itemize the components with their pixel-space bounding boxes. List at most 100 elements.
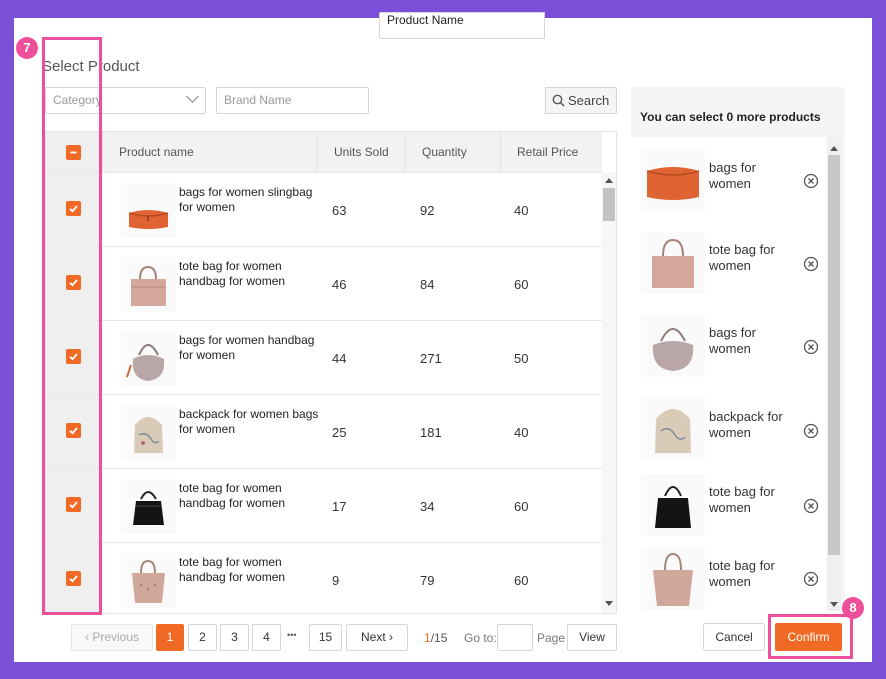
selected-product-name: tote bag for women [709,484,775,515]
table-row[interactable]: bags for women slingbag for women 63 92 … [46,172,602,246]
table-row[interactable]: backpack for women bags for women 25 181… [46,394,602,468]
quantity: 181 [420,425,442,440]
product-name-input[interactable]: Product Name [379,12,545,39]
grey-hobo-bag-image [641,315,705,377]
page-button-3[interactable]: 3 [220,624,249,651]
selected-list-scrollbar-thumb[interactable] [828,155,840,555]
units-sold: 44 [332,351,347,366]
quantity: 84 [420,277,435,292]
pink-perforated-tote-image [121,553,176,608]
goto-page-input[interactable] [497,624,533,651]
chevron-left-icon: ‹ [84,630,89,644]
retail-price: 60 [514,573,529,588]
retail-price: 40 [514,425,529,440]
checkbox-column-highlight [42,37,102,615]
retail-price: 40 [514,203,529,218]
table-row[interactable]: tote bag for women handbag for women 9 7… [46,542,602,613]
product-name: backpack for women bags for women [179,407,319,436]
page-button-15[interactable]: 15 [309,624,342,651]
grey-hobo-bag-image [121,331,176,386]
orange-crossbody-bag-image [641,149,705,211]
remove-icon[interactable] [803,256,819,272]
step-badge-8: 8 [842,597,864,619]
product-name: tote bag for women handbag for women [179,555,286,584]
quantity: 34 [420,499,435,514]
cancel-button[interactable]: Cancel [703,623,765,651]
modal-bottom-edge [14,662,872,679]
table-row[interactable]: tote bag for women handbag for women 46 … [46,246,602,320]
search-label: Search [568,93,610,108]
table-row[interactable]: tote bag for women handbag for women 17 … [46,468,602,542]
scroll-down-icon[interactable] [605,601,613,606]
total-pages: /15 [430,631,448,645]
page-button-1[interactable]: 1 [156,624,184,651]
orange-crossbody-bag-image [121,183,176,238]
units-sold: 46 [332,277,347,292]
table-scrollbar-thumb[interactable] [603,188,615,221]
table-header: Product name Units Sold Quantity Retail … [46,132,602,172]
chevron-down-icon [186,90,199,103]
page-indicator: 1/15 [424,631,447,645]
remove-icon[interactable] [803,173,819,189]
product-name: bags for women handbag for women [179,333,315,362]
selected-product-name: bags for women [709,325,756,356]
product-table: Product name Units Sold Quantity Retail … [45,131,617,614]
selected-product-name: backpack for women [709,409,783,440]
header-retail-price: Retail Price [517,145,579,159]
retail-price: 50 [514,351,529,366]
next-page-button[interactable]: Next › [346,624,408,651]
page-button-2[interactable]: 2 [188,624,217,651]
floral-backpack-image [121,405,176,460]
black-bucket-bag-image [641,474,705,536]
previous-label: Previous [92,630,140,644]
selected-product-name: tote bag for women [709,558,775,589]
page-label: Page [537,631,566,645]
view-page-button[interactable]: View [567,624,617,651]
quantity: 79 [420,573,435,588]
table-scrollbar[interactable] [602,172,616,613]
previous-page-button[interactable]: ‹ Previous [71,624,153,651]
scroll-up-icon[interactable] [605,178,613,183]
retail-price: 60 [514,499,529,514]
black-bucket-bag-image [121,479,176,534]
pagination-ellipsis: ••• [287,630,297,640]
search-icon [552,94,565,107]
current-page: 1 [424,631,431,645]
scroll-up-icon[interactable] [830,146,838,151]
selected-product-name: tote bag for women [709,242,775,273]
remove-icon[interactable] [803,571,819,587]
units-sold: 63 [332,203,347,218]
brand-name-input[interactable]: Brand Name [216,87,369,114]
units-sold: 9 [332,573,340,588]
pink-tote-bag-image [121,257,176,312]
floral-backpack-image [641,397,705,459]
product-name: bags for women slingbag for women [179,185,313,214]
selection-remaining-text: You can select 0 more products [640,110,821,124]
goto-label: Go to: [464,631,497,645]
units-sold: 25 [332,425,347,440]
header-product-name: Product name [119,145,194,159]
remove-icon[interactable] [803,339,819,355]
search-button[interactable]: Search [545,87,617,114]
retail-price: 60 [514,277,529,292]
next-label: Next [360,630,386,644]
quantity: 271 [420,351,442,366]
selected-products-panel: You can select 0 more products bags for … [631,87,845,611]
step-badge-7: 7 [16,37,38,59]
remove-icon[interactable] [803,423,819,439]
chevron-right-icon: › [389,630,394,644]
header-quantity: Quantity [422,145,467,159]
selected-product-name: bags for women [709,160,756,191]
pink-tote-bag-image [641,232,705,294]
quantity: 92 [420,203,435,218]
header-units-sold: Units Sold [334,145,389,159]
scroll-down-icon[interactable] [830,602,838,607]
product-name: tote bag for women handbag for women [179,481,286,510]
confirm-button-highlight [768,614,853,659]
selected-products-list: bags for women tote bag for women bags f… [631,137,827,611]
table-row[interactable]: bags for women handbag for women 44 271 … [46,320,602,394]
product-name: tote bag for women handbag for women [179,259,286,288]
pink-perforated-tote-image [641,548,705,610]
page-button-4[interactable]: 4 [252,624,281,651]
remove-icon[interactable] [803,498,819,514]
